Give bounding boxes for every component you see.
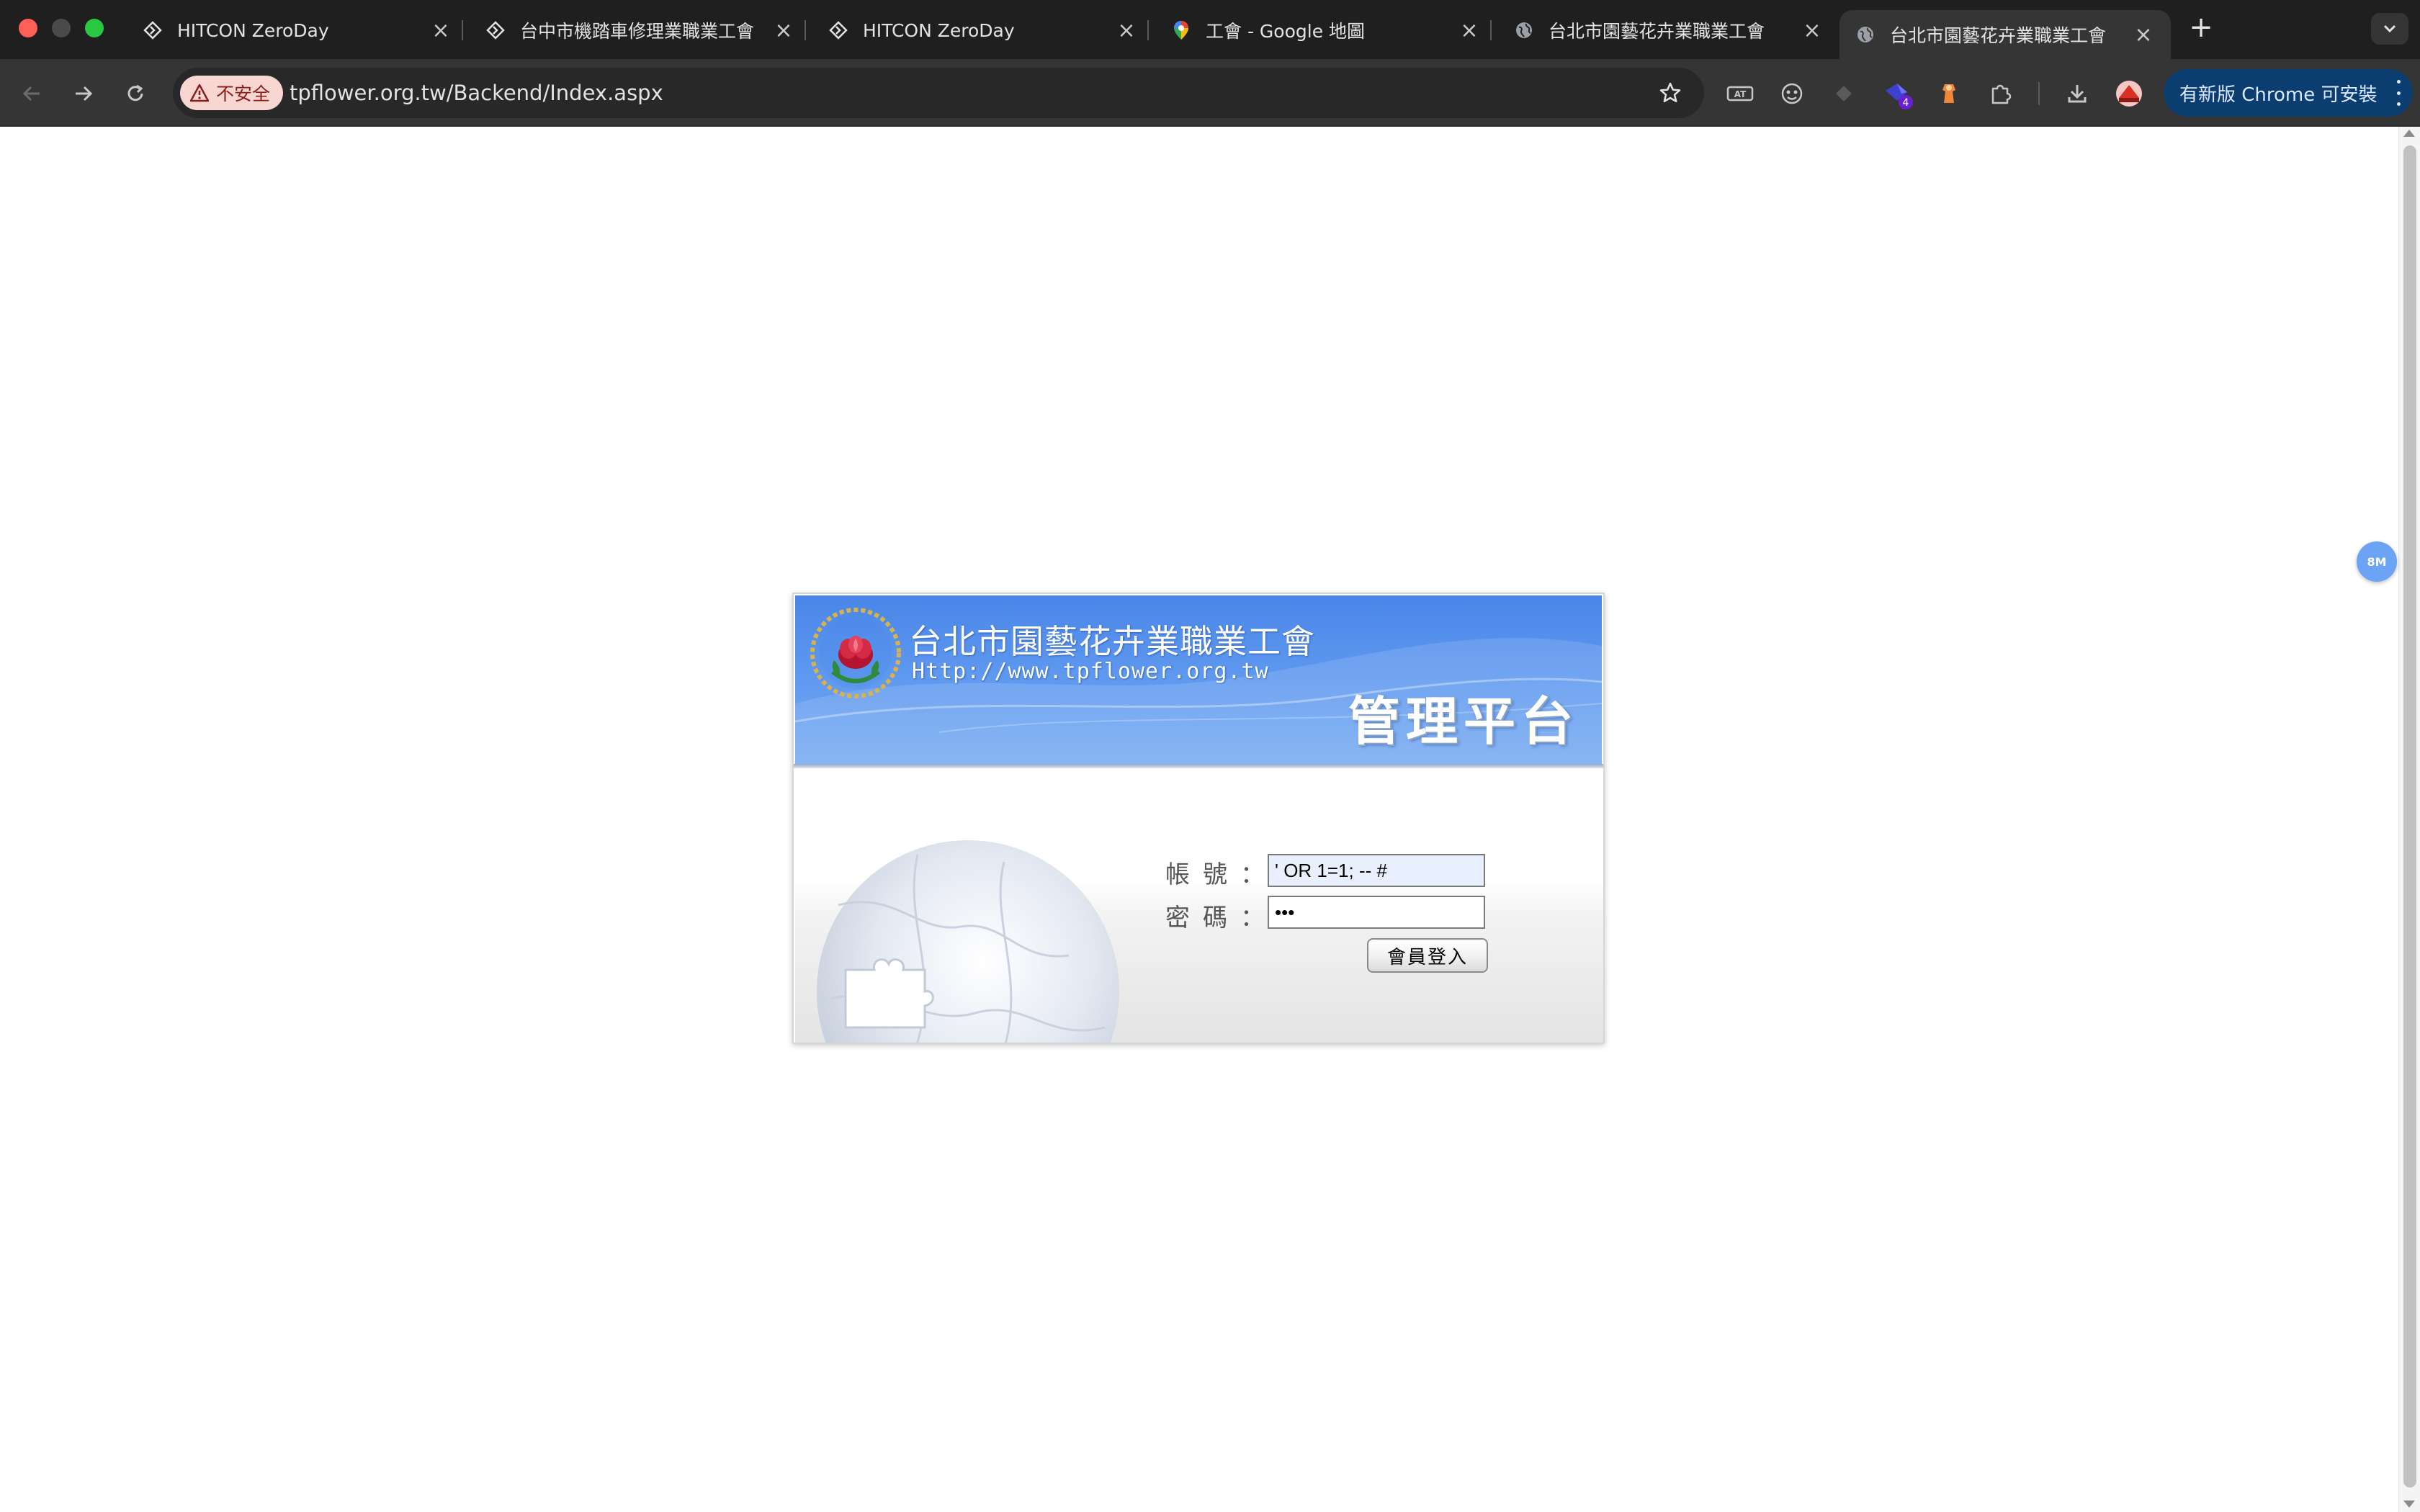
tab-4[interactable]: 工會 - Google 地圖 × — [1155, 10, 1497, 50]
tab-6-active[interactable]: 台北市園藝花卉業職業工會 × — [1839, 10, 2171, 59]
tab-title: HITCON ZeroDay — [177, 19, 329, 41]
tab-separator — [462, 20, 463, 40]
back-button[interactable] — [16, 78, 48, 109]
window-close-button[interactable] — [19, 19, 37, 37]
reload-icon — [127, 84, 143, 102]
security-chip[interactable]: 不安全 — [180, 76, 284, 110]
chevron-down-icon — [2383, 24, 2396, 33]
tab-3[interactable]: HITCON ZeroDay × — [812, 10, 1154, 50]
tab-strip: HITCON ZeroDay × 台中市機踏車修理業職業工會 × HITCON … — [0, 0, 2420, 59]
security-label: 不安全 — [216, 84, 271, 104]
url-text[interactable]: tpflower.org.tw/Backend/Index.aspx — [290, 68, 663, 118]
tab-title: 台北市園藝花卉業職業工會 — [1549, 21, 1765, 42]
account-label: 帳號： — [1165, 860, 1278, 889]
tab-close-icon[interactable]: × — [1801, 18, 1824, 43]
google-maps-icon — [1171, 20, 1191, 40]
bookmark-star-icon[interactable] — [1657, 79, 1684, 107]
extensions-puzzle-icon[interactable] — [1985, 78, 2017, 109]
translate-extension-icon[interactable]: AT — [1724, 78, 1756, 109]
orange-extension-icon[interactable] — [1933, 78, 1965, 109]
globe-icon — [1514, 20, 1534, 40]
warning-icon — [190, 84, 209, 102]
tab-title: 台北市園藝花卉業職業工會 — [1890, 25, 2107, 46]
header-banner: 台北市園藝花卉業職業工會 Http://www.tpflower.org.tw … — [795, 595, 1602, 764]
union-logo-icon — [810, 608, 901, 698]
profile-avatar-icon[interactable] — [2113, 78, 2145, 109]
hitcon-icon — [485, 20, 506, 40]
puzzle-globe-decoration — [817, 840, 1119, 1043]
hitcon-icon — [143, 20, 163, 40]
forward-arrow-icon — [76, 86, 93, 102]
tab-1[interactable]: HITCON ZeroDay × — [127, 10, 468, 50]
tab-separator — [805, 20, 806, 40]
tab-separator — [1490, 20, 1492, 40]
reload-button[interactable] — [120, 78, 151, 109]
toolbar-separator — [2038, 82, 2040, 105]
forward-button[interactable] — [68, 78, 99, 109]
back-arrow-icon — [22, 86, 40, 102]
scrollbar-thumb[interactable] — [2403, 145, 2416, 1488]
scroll-up-arrow-icon[interactable] — [2403, 130, 2415, 137]
hitcon-icon — [828, 20, 848, 40]
tab-close-icon[interactable]: × — [772, 18, 795, 43]
globe-icon — [1855, 24, 1876, 45]
member-login-button[interactable]: 會員登入 — [1367, 938, 1488, 973]
tab-title: 工會 - Google 地圖 — [1206, 21, 1366, 42]
purple-extension-icon[interactable]: 4 — [1881, 78, 1913, 109]
browser-toolbar: 不安全 tpflower.org.tw/Backend/Index.aspx A… — [0, 59, 2420, 127]
tab-title: HITCON ZeroDay — [863, 19, 1015, 41]
chrome-update-button[interactable]: 有新版 Chrome 可安裝 — [2164, 69, 2413, 117]
password-label: 密碼： — [1165, 904, 1278, 932]
disabled-extension-icon[interactable] — [1828, 78, 1860, 109]
window-minimize-button[interactable] — [52, 19, 71, 37]
login-panel: 台北市園藝花卉業職業工會 Http://www.tpflower.org.tw … — [792, 593, 1605, 1044]
window-maximize-button[interactable] — [85, 19, 104, 37]
tab-search-button[interactable] — [2371, 13, 2408, 45]
tab-separator — [1147, 20, 1149, 40]
org-url: Http://www.tpflower.org.tw — [912, 659, 1269, 684]
tab-close-icon[interactable]: × — [1115, 18, 1138, 43]
download-icon[interactable] — [2061, 78, 2093, 109]
monkey-extension-icon[interactable] — [1776, 78, 1808, 109]
new-tab-button[interactable]: + — [2187, 11, 2215, 44]
update-label: 有新版 Chrome 可安裝 — [2179, 84, 2378, 106]
tab-close-icon[interactable]: × — [2132, 22, 2155, 48]
login-form: 帳號： 密碼： 會員登入 — [795, 768, 1603, 1043]
address-bar[interactable]: 不安全 tpflower.org.tw/Backend/Index.aspx — [173, 68, 1704, 118]
tab-title: 台中市機踏車修理業職業工會 — [520, 21, 755, 42]
org-name: 台北市園藝花卉業職業工會 — [909, 622, 1315, 661]
tab-close-icon[interactable]: × — [429, 18, 452, 43]
tab-close-icon[interactable]: × — [1458, 18, 1481, 43]
password-input[interactable] — [1268, 896, 1485, 929]
account-input[interactable] — [1268, 854, 1485, 887]
more-menu-icon[interactable] — [2394, 80, 2403, 106]
extension-badge: 4 — [1903, 97, 1909, 109]
tab-2[interactable]: 台中市機踏車修理業職業工會 × — [470, 10, 811, 50]
tab-5[interactable]: 台北市園藝花卉業職業工會 × — [1498, 10, 1839, 50]
svg-text:AT: AT — [1734, 89, 1747, 99]
scroll-down-arrow-icon[interactable] — [2403, 1500, 2415, 1508]
floating-extension-badge[interactable]: 8M — [2357, 541, 2397, 582]
platform-title: 管理平台 — [1348, 691, 1579, 752]
vertical-scrollbar[interactable] — [2398, 127, 2420, 1512]
